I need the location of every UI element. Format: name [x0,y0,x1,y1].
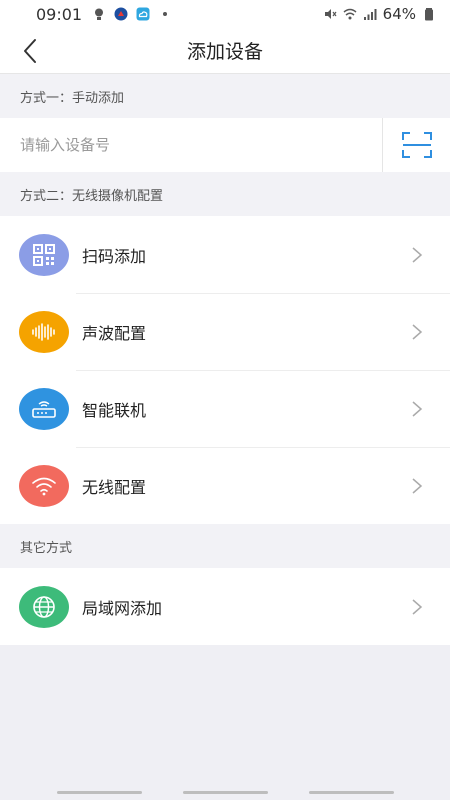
list-item-label: 无线配置 [82,477,147,497]
page-title: 添加设备 [186,41,263,63]
mute-icon [324,9,337,19]
scan-frame-icon [401,132,432,158]
list-item-lan-add[interactable]: 局域网添加 [0,568,450,645]
section-label-manual: 方式一：手动添加 [0,74,450,118]
chevron-right-icon [412,400,423,417]
list-item-wireless-config[interactable]: 无线配置 [0,447,450,524]
device-number-input[interactable] [0,118,382,172]
gesture-bar-right [309,791,394,794]
wireless-method-list: 扫码添加 声波配置 智能联机 无线配置 [0,216,450,524]
gesture-bar-center [183,791,268,794]
gesture-bar-left [57,791,142,794]
sound-wave-icon [19,310,69,353]
cloud-notification-icon [136,7,150,21]
list-item-label: 局域网添加 [82,598,163,618]
list-item-label: 扫码添加 [82,246,147,266]
other-method-list: 局域网添加 [0,568,450,645]
bulb-icon [95,8,104,20]
battery-icon [425,8,433,21]
scan-button[interactable] [382,118,450,172]
dot-icon [163,12,168,16]
device-number-row [0,118,450,172]
list-item-label: 声波配置 [82,323,147,343]
router-icon [19,387,69,430]
app-notification-icon [114,7,128,21]
chevron-right-icon [412,477,423,494]
wifi-icon [19,464,69,507]
list-item-smart-connect[interactable]: 智能联机 [0,370,450,447]
chevron-right-icon [412,323,423,340]
status-bar: 09:01 64% [0,0,450,28]
list-item-label: 智能联机 [82,400,147,420]
wifi-status-icon [343,8,357,20]
list-item-qr-add[interactable]: 扫码添加 [0,216,450,293]
list-item-sound-wave[interactable]: 声波配置 [0,293,450,370]
signal-icon [363,9,377,20]
chevron-right-icon [412,598,423,615]
qr-code-icon [19,233,69,276]
back-arrow-icon[interactable] [18,38,44,64]
section-label-other: 其它方式 [0,524,450,568]
battery-percent: 64% [382,5,416,23]
status-time: 09:01 [36,4,83,24]
chevron-right-icon [412,246,423,263]
section-label-wireless: 方式二：无线摄像机配置 [0,172,450,216]
globe-icon [19,585,69,628]
nav-bar: 添加设备 [0,28,450,74]
